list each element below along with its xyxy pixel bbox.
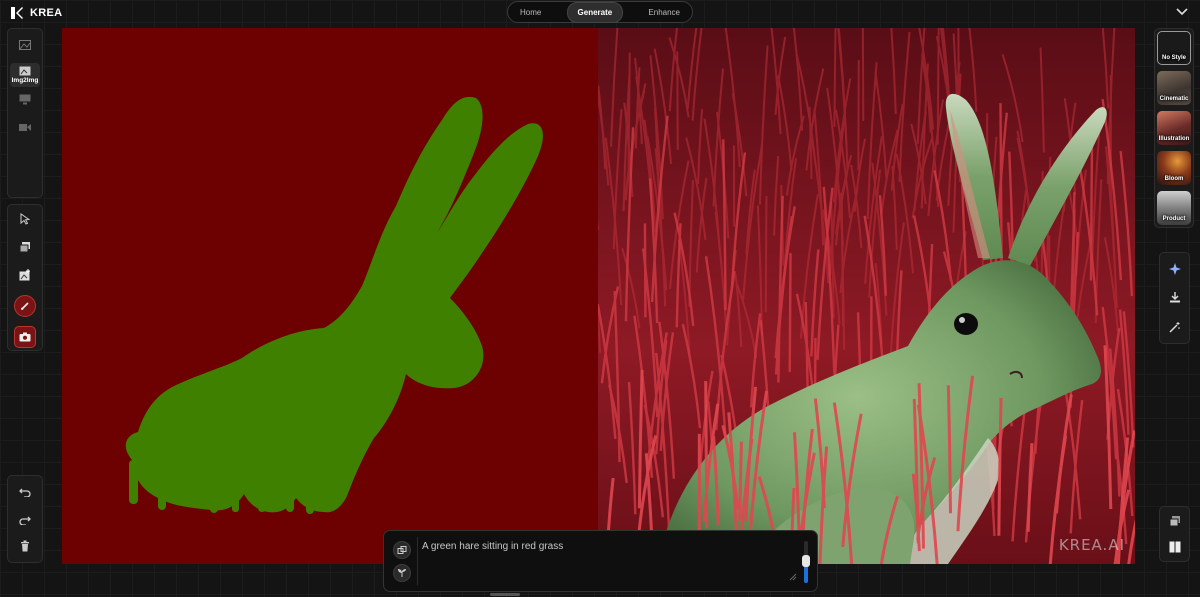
strength-slider-handle[interactable] bbox=[802, 554, 810, 567]
undo-icon bbox=[19, 488, 31, 497]
monitor-mode-button[interactable] bbox=[16, 91, 34, 107]
output-image[interactable]: KREA.AI bbox=[598, 28, 1135, 564]
redo-button[interactable] bbox=[17, 512, 33, 528]
style-product[interactable]: Product bbox=[1157, 191, 1191, 225]
actions-panel bbox=[1159, 252, 1190, 344]
redo-icon bbox=[19, 516, 31, 525]
video-mode-button[interactable] bbox=[16, 119, 34, 135]
tab-home[interactable]: Home bbox=[510, 3, 551, 22]
drag-handle[interactable] bbox=[490, 593, 520, 596]
sparkle-icon bbox=[1169, 263, 1181, 275]
krea-logo-icon bbox=[11, 7, 23, 19]
canvas-tools-panel bbox=[7, 204, 43, 351]
grass-blade bbox=[738, 441, 743, 521]
prompt-divider bbox=[417, 537, 418, 585]
img2img-mode-button[interactable]: Img2Img bbox=[10, 63, 40, 87]
style-label: Illustration bbox=[1158, 136, 1190, 142]
grass-blade bbox=[788, 253, 792, 372]
webcam-icon bbox=[19, 332, 31, 342]
style-label: Cinematic bbox=[1159, 96, 1189, 102]
style-label: Bloom bbox=[1164, 176, 1184, 182]
img2img-label: Img2Img bbox=[11, 77, 39, 84]
watermark: KREA.AI bbox=[1058, 536, 1125, 554]
image-add-icon bbox=[19, 269, 30, 281]
link-image-icon bbox=[397, 546, 407, 554]
history-panel bbox=[7, 475, 43, 563]
input-canvas[interactable] bbox=[62, 28, 598, 564]
style-bloom[interactable]: Bloom bbox=[1157, 151, 1191, 185]
style-label: Product bbox=[1162, 216, 1186, 222]
prompt-image-button[interactable] bbox=[393, 541, 411, 559]
enhance-button[interactable] bbox=[1167, 261, 1183, 277]
download-button[interactable] bbox=[1167, 289, 1183, 305]
view-panel bbox=[1159, 506, 1190, 562]
grass-blade bbox=[936, 28, 940, 145]
brush-tool-button[interactable] bbox=[14, 295, 36, 317]
style-illustration[interactable]: Illustration bbox=[1157, 111, 1191, 145]
monitor-icon bbox=[19, 94, 31, 104]
grass-blade bbox=[764, 196, 768, 313]
image-mode-button[interactable] bbox=[16, 37, 34, 53]
layers-button[interactable] bbox=[17, 239, 33, 255]
split-view-button[interactable] bbox=[1167, 539, 1183, 555]
style-label: No Style bbox=[1161, 55, 1186, 61]
prompt-input[interactable]: A green hare sitting in red grass bbox=[422, 541, 563, 552]
mode-panel: Img2Img bbox=[7, 28, 43, 198]
img2img-icon bbox=[19, 66, 31, 76]
brand[interactable]: KREA bbox=[10, 6, 62, 20]
stack-button[interactable] bbox=[1167, 513, 1183, 529]
stack-icon bbox=[1169, 516, 1180, 527]
top-nav: Home Generate Enhance bbox=[507, 1, 693, 23]
add-image-button[interactable] bbox=[17, 267, 33, 283]
tab-enhance[interactable]: Enhance bbox=[638, 3, 690, 22]
webcam-button[interactable] bbox=[14, 326, 36, 348]
grass-blade bbox=[704, 381, 709, 529]
trash-icon bbox=[21, 540, 29, 552]
video-icon bbox=[19, 123, 31, 131]
style-panel: No Style Cinematic Illustration Bloom Pr… bbox=[1154, 28, 1194, 228]
prompt-enhance-button[interactable] bbox=[393, 564, 411, 582]
prompt-bar: A green hare sitting in red grass bbox=[383, 530, 818, 592]
download-icon bbox=[1170, 292, 1180, 303]
image-icon bbox=[19, 40, 31, 50]
generated-hare-image bbox=[598, 28, 1135, 564]
resize-handle-icon[interactable] bbox=[789, 573, 797, 581]
split-view-icon bbox=[1169, 541, 1181, 553]
undo-button[interactable] bbox=[17, 484, 33, 500]
brush-icon bbox=[21, 302, 29, 310]
grass-blade bbox=[627, 52, 631, 173]
hare-mask-shape bbox=[125, 96, 543, 514]
sprout-icon bbox=[398, 569, 406, 577]
magic-icon bbox=[1169, 322, 1180, 333]
select-tool-button[interactable] bbox=[17, 211, 33, 227]
cursor-icon bbox=[20, 213, 30, 225]
layers-icon bbox=[19, 242, 30, 253]
delete-button[interactable] bbox=[17, 538, 33, 554]
app-name: KREA bbox=[30, 7, 63, 19]
chevron-down-icon[interactable] bbox=[1176, 6, 1188, 16]
magic-button[interactable] bbox=[1167, 319, 1183, 335]
style-no-style[interactable]: No Style bbox=[1157, 31, 1191, 65]
tab-generate[interactable]: Generate bbox=[566, 1, 624, 23]
style-cinematic[interactable]: Cinematic bbox=[1157, 71, 1191, 105]
